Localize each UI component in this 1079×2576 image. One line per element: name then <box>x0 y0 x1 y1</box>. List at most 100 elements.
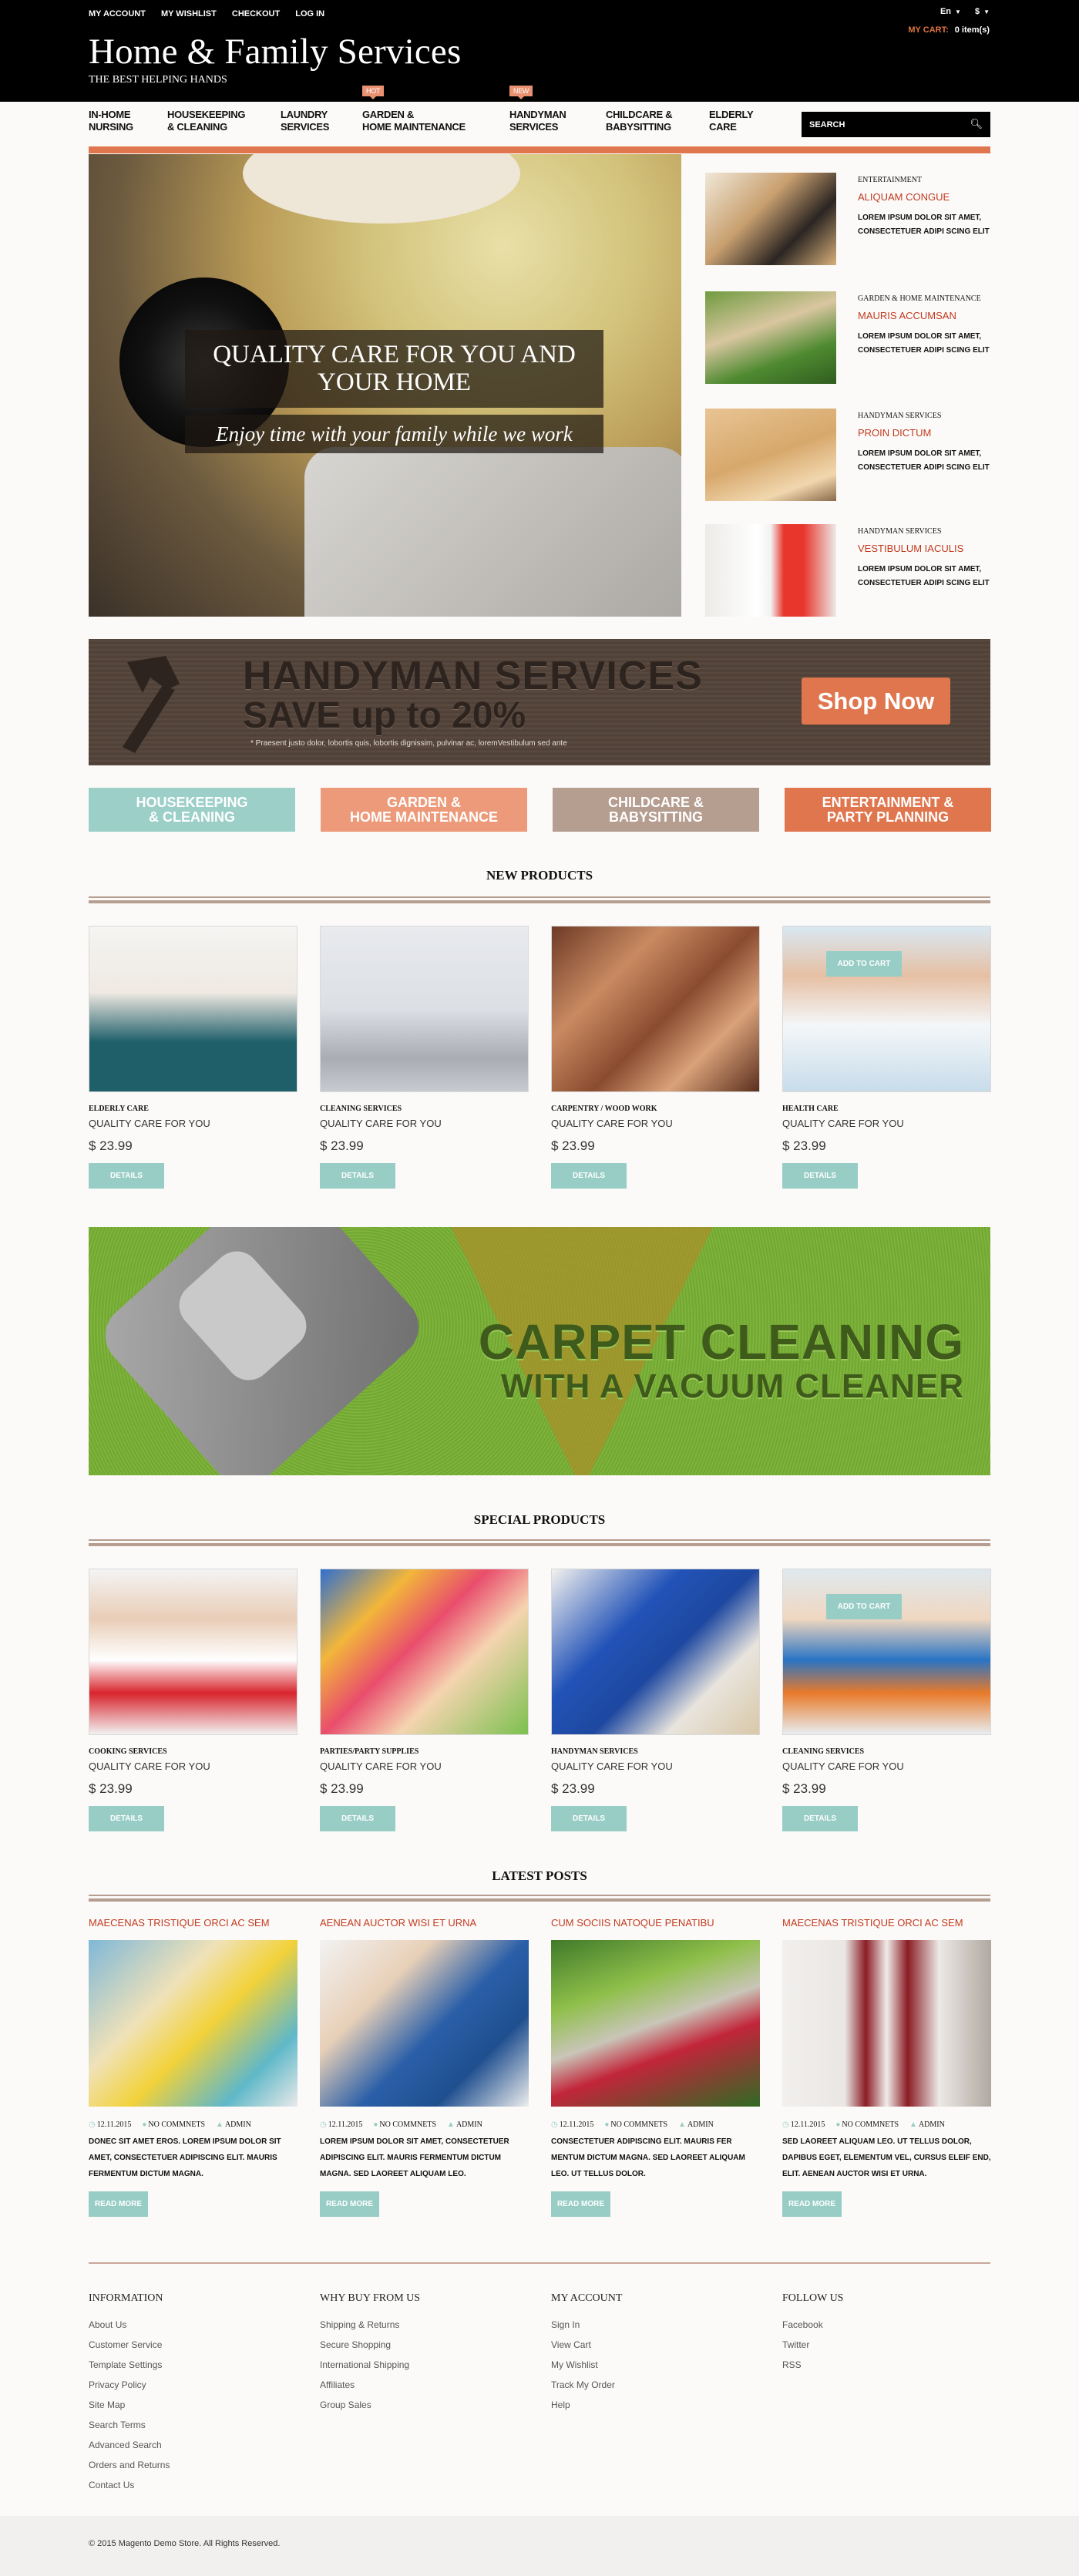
shop-now-button[interactable]: Shop Now <box>802 678 950 725</box>
product-image[interactable] <box>320 926 529 1092</box>
side-feature-item[interactable]: HANDYMAN SERVICES VESTIBULUM IACULIS LOR… <box>705 524 998 617</box>
post-comments[interactable]: NO COMMNETS <box>379 2120 436 2129</box>
product-name[interactable]: QUALITY CARE FOR YOU <box>782 1118 991 1129</box>
read-more-button[interactable]: READ MORE <box>782 2191 842 2217</box>
details-button[interactable]: DETAILS <box>782 1163 858 1189</box>
post-author[interactable]: ADMIN <box>225 2120 251 2129</box>
post-author[interactable]: ADMIN <box>919 2120 945 2129</box>
language-select[interactable]: En ▼ <box>940 7 961 16</box>
post-image[interactable] <box>320 1940 529 2107</box>
side-feature-item[interactable]: HANDYMAN SERVICES PROIN DICTUM LOREM IPS… <box>705 409 998 501</box>
product-name[interactable]: QUALITY CARE FOR YOU <box>551 1118 760 1129</box>
twitter-link[interactable]: Twitter <box>782 2335 1013 2355</box>
add-to-cart-button[interactable]: ADD TO CART <box>826 1594 902 1619</box>
post-author[interactable]: ADMIN <box>456 2120 482 2129</box>
read-more-button[interactable]: READ MORE <box>89 2191 148 2217</box>
details-button[interactable]: DETAILS <box>89 1163 164 1189</box>
nav-item-childcare[interactable]: CHILDCARE & BABYSITTING <box>606 109 709 141</box>
feature-title[interactable]: MAURIS ACCUMSAN <box>858 310 956 321</box>
details-button[interactable]: DETAILS <box>782 1806 858 1831</box>
post-comments[interactable]: NO COMMNETS <box>148 2120 205 2129</box>
post-image[interactable] <box>551 1940 760 2107</box>
side-feature-item[interactable]: ENTERTAINMENT ALIQUAM CONGUE LOREM IPSUM… <box>705 173 998 265</box>
side-feature-item[interactable]: GARDEN & HOME MAINTENANCE MAURIS ACCUMSA… <box>705 291 998 384</box>
footer-link[interactable]: Secure Shopping <box>320 2335 551 2355</box>
footer-link[interactable]: View Cart <box>551 2335 782 2355</box>
footer-link[interactable]: Privacy Policy <box>89 2375 320 2395</box>
footer-link[interactable]: Search Terms <box>89 2415 320 2435</box>
footer-link[interactable]: Track My Order <box>551 2375 782 2395</box>
search-input[interactable] <box>809 119 956 129</box>
nav-item-in-home-nursing[interactable]: IN-HOME NURSING <box>89 109 167 141</box>
post-title[interactable]: MAECENAS TRISTIQUE ORCI AC SEM <box>89 1917 297 1940</box>
footer-link[interactable]: About Us <box>89 2315 320 2335</box>
site-logo[interactable]: Home & Family Services <box>89 31 461 72</box>
my-account-link[interactable]: MY ACCOUNT <box>89 9 146 18</box>
details-button[interactable]: DETAILS <box>320 1806 395 1831</box>
product-name[interactable]: QUALITY CARE FOR YOU <box>320 1118 529 1129</box>
nav-item-garden[interactable]: HOT GARDEN & HOME MAINTENANCE <box>362 86 509 141</box>
my-wishlist-link[interactable]: MY WISHLIST <box>161 9 217 18</box>
tile-childcare[interactable]: CHILDCARE & BABYSITTING <box>553 788 759 832</box>
footer-link[interactable]: My Wishlist <box>551 2355 782 2375</box>
product-image[interactable] <box>89 1569 297 1735</box>
post-author[interactable]: ADMIN <box>687 2120 714 2129</box>
add-to-cart-button[interactable]: ADD TO CART <box>826 951 902 977</box>
product-image[interactable] <box>551 926 760 1092</box>
feature-title[interactable]: ALIQUAM CONGUE <box>858 191 950 203</box>
product-name[interactable]: QUALITY CARE FOR YOU <box>89 1760 297 1772</box>
carpet-cleaning-banner[interactable]: CARPET CLEANING WITH A VACUUM CLEANER <box>89 1227 990 1475</box>
details-button[interactable]: DETAILS <box>89 1806 164 1831</box>
footer-link[interactable]: Help <box>551 2395 782 2415</box>
product-name[interactable]: QUALITY CARE FOR YOU <box>551 1760 760 1772</box>
product-image[interactable] <box>551 1569 760 1735</box>
nav-item-elderly-care[interactable]: ELDERLY CARE <box>709 109 771 141</box>
feature-title[interactable]: PROIN DICTUM <box>858 427 931 439</box>
tile-entertainment[interactable]: ENTERTAINMENT & PARTY PLANNING <box>785 788 991 832</box>
feature-title[interactable]: VESTIBULUM IACULIS <box>858 543 963 554</box>
nav-item-housekeeping[interactable]: HOUSEKEEPING & CLEANING <box>167 109 281 141</box>
post-comments[interactable]: NO COMMNETS <box>842 2120 899 2129</box>
details-button[interactable]: DETAILS <box>551 1163 627 1189</box>
post-comments[interactable]: NO COMMNETS <box>610 2120 667 2129</box>
login-link[interactable]: LOG IN <box>295 9 324 18</box>
currency-select[interactable]: $ ▼ <box>975 7 990 16</box>
tile-housekeeping[interactable]: HOUSEKEEPING & CLEANING <box>89 788 295 832</box>
post-title[interactable]: AENEAN AUCTOR WISI ET URNA <box>320 1917 529 1940</box>
footer-link[interactable]: Site Map <box>89 2395 320 2415</box>
nav-item-handyman[interactable]: NEW HANDYMAN SERVICES <box>509 86 606 141</box>
post-image[interactable] <box>89 1940 297 2107</box>
rss-link[interactable]: RSS <box>782 2355 1013 2375</box>
product-name[interactable]: QUALITY CARE FOR YOU <box>89 1118 297 1129</box>
search-icon[interactable]: 🔍︎ <box>970 119 983 130</box>
product-image[interactable] <box>89 926 297 1092</box>
mini-cart[interactable]: MY CART: 0 item(s) <box>908 25 990 35</box>
footer-link[interactable]: Contact Us <box>89 2475 320 2495</box>
footer-link[interactable]: Affiliates <box>320 2375 551 2395</box>
footer-link[interactable]: Group Sales <box>320 2395 551 2415</box>
details-button[interactable]: DETAILS <box>320 1163 395 1189</box>
handyman-promo-banner[interactable]: HANDYMAN SERVICES SAVE up to 20% * Praes… <box>89 639 990 765</box>
tile-garden[interactable]: GARDEN & HOME MAINTENANCE <box>321 788 527 832</box>
footer-link[interactable]: Customer Service <box>89 2335 320 2355</box>
post-title[interactable]: MAECENAS TRISTIQUE ORCI AC SEM <box>782 1917 991 1940</box>
facebook-link[interactable]: Facebook <box>782 2315 1013 2335</box>
read-more-button[interactable]: READ MORE <box>551 2191 610 2217</box>
footer-link[interactable]: Advanced Search <box>89 2435 320 2455</box>
post-image[interactable] <box>782 1940 991 2107</box>
post-title[interactable]: CUM SOCIIS NATOQUE PENATIBU <box>551 1917 760 1940</box>
footer-link[interactable]: Template Settings <box>89 2355 320 2375</box>
footer-link[interactable]: International Shipping <box>320 2355 551 2375</box>
checkout-link[interactable]: CHECKOUT <box>232 9 280 18</box>
hero-slider[interactable]: QUALITY CARE FOR YOU AND YOUR HOME Enjoy… <box>89 154 681 617</box>
footer-link[interactable]: Shipping & Returns <box>320 2315 551 2335</box>
product-name[interactable]: QUALITY CARE FOR YOU <box>320 1760 529 1772</box>
section-divider <box>89 896 990 903</box>
nav-item-laundry[interactable]: LAUNDRY SERVICES <box>281 109 362 141</box>
product-name[interactable]: QUALITY CARE FOR YOU <box>782 1760 991 1772</box>
footer-link[interactable]: Sign In <box>551 2315 782 2335</box>
footer-link[interactable]: Orders and Returns <box>89 2455 320 2475</box>
details-button[interactable]: DETAILS <box>551 1806 627 1831</box>
product-image[interactable] <box>320 1569 529 1735</box>
read-more-button[interactable]: READ MORE <box>320 2191 379 2217</box>
